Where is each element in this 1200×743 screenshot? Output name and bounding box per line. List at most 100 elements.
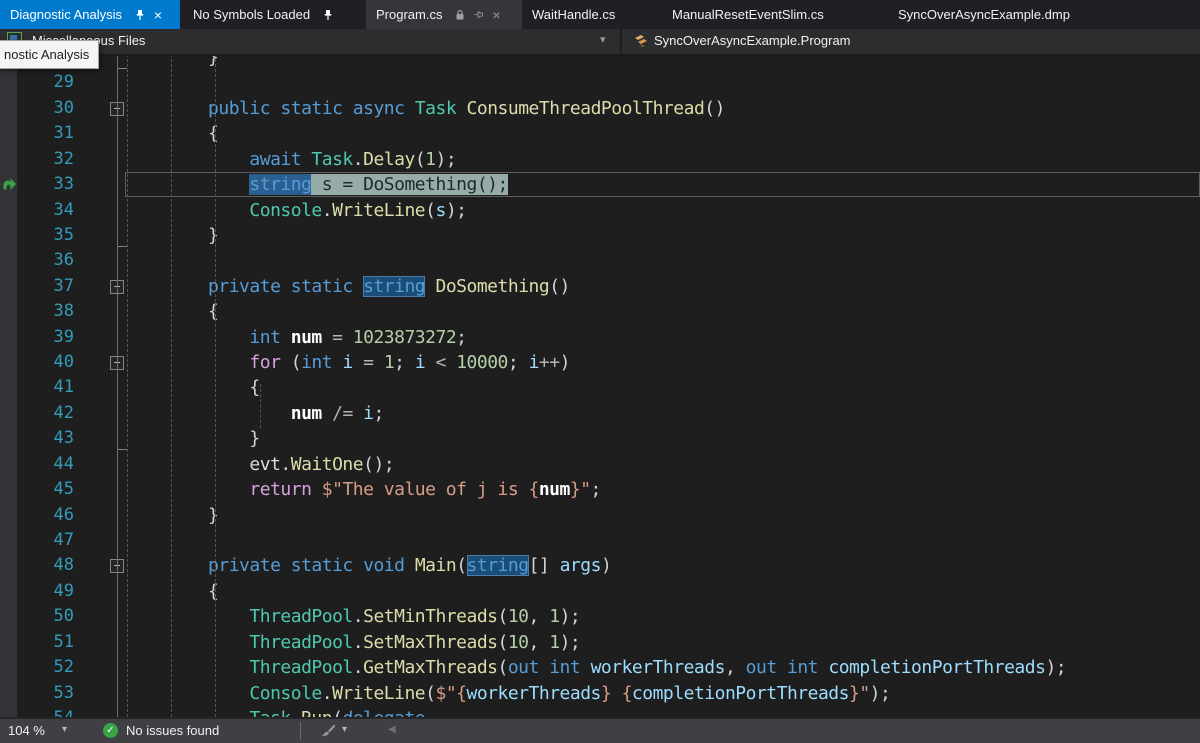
code-line[interactable]: 45 return $"The value of j is {num}";: [0, 477, 1200, 503]
tooltip-text: nostic Analysis: [4, 47, 89, 62]
code-line[interactable]: 47: [0, 528, 1200, 554]
code-line[interactable]: 41 {: [0, 375, 1200, 401]
class-icon: [632, 33, 649, 49]
code-line[interactable]: 46 }: [0, 503, 1200, 529]
member-dropdown-value: SyncOverAsyncExample.Program: [654, 33, 851, 48]
code-line[interactable]: 35 }: [0, 223, 1200, 249]
code-text: string s = DoSomething();: [84, 172, 508, 197]
code-text: private static void Main(string[] args): [84, 553, 611, 578]
member-dropdown[interactable]: SyncOverAsyncExample.Program: [622, 29, 1200, 54]
tab-manualreseteventslim-cs[interactable]: ManualResetEventSlim.cs: [662, 0, 868, 29]
line-number: 35: [28, 223, 74, 248]
code-line[interactable]: 39 int num = 1023873272;: [0, 325, 1200, 351]
line-number: 51: [28, 630, 74, 655]
line-number: 45: [28, 477, 74, 502]
tab-label: WaitHandle.cs: [532, 7, 615, 22]
vs-window: 28 }2930− public static async Task Consu…: [0, 0, 1200, 743]
code-line[interactable]: 52 ThreadPool.GetMaxThreads(out int work…: [0, 655, 1200, 681]
code-editor[interactable]: 28 }2930− public static async Task Consu…: [0, 0, 1200, 717]
line-number: 37: [28, 274, 74, 299]
tab-label: Diagnostic Analysis: [10, 7, 122, 22]
code-line[interactable]: 42 num /= i;: [0, 401, 1200, 427]
code-text: num /= i;: [84, 401, 384, 426]
code-line[interactable]: 51 ThreadPool.SetMaxThreads(10, 1);: [0, 630, 1200, 656]
code-line[interactable]: 50 ThreadPool.SetMinThreads(10, 1);: [0, 604, 1200, 630]
check-circle-icon: ✓: [103, 723, 118, 738]
code-line[interactable]: 29: [0, 70, 1200, 96]
pin-icon[interactable]: [132, 7, 148, 23]
tab-label: SyncOverAsyncExample.dmp: [898, 7, 1070, 22]
close-icon[interactable]: ×: [488, 7, 504, 23]
code-line[interactable]: 44 evt.WaitOne();: [0, 452, 1200, 478]
line-number: 50: [28, 604, 74, 629]
chevron-down-icon[interactable]: ▾: [62, 724, 67, 735]
line-number: 44: [28, 452, 74, 477]
line-number: 48: [28, 553, 74, 578]
line-number: 29: [28, 70, 74, 95]
line-number: 41: [28, 375, 74, 400]
code-text: public static async Task ConsumeThreadPo…: [84, 96, 725, 121]
code-text: for (int i = 1; i < 10000; i++): [84, 350, 570, 375]
tab-syncoverasyncexample-dmp[interactable]: SyncOverAsyncExample.dmp: [888, 0, 1102, 29]
document-health-status[interactable]: No issues found: [126, 723, 219, 738]
code-text: {: [84, 121, 218, 146]
code-line[interactable]: 36: [0, 248, 1200, 274]
line-number: 40: [28, 350, 74, 375]
line-number: 52: [28, 655, 74, 680]
pin-icon[interactable]: [320, 7, 336, 23]
code-text: Console.WriteLine(s);: [84, 198, 467, 223]
code-line[interactable]: 34 Console.WriteLine(s);: [0, 198, 1200, 224]
tab-label: Program.cs: [376, 7, 442, 22]
code-text: return $"The value of j is {num}";: [84, 477, 601, 502]
code-text: ThreadPool.GetMaxThreads(out int workerT…: [84, 655, 1066, 680]
line-number: 42: [28, 401, 74, 426]
code-cleanup-brush-icon[interactable]: [318, 723, 336, 739]
line-number: 32: [28, 147, 74, 172]
code-line[interactable]: 53 Console.WriteLine($"{workerThreads} {…: [0, 681, 1200, 707]
code-line[interactable]: 32 await Task.Delay(1);: [0, 147, 1200, 173]
tab-waithandle-cs[interactable]: WaitHandle.cs: [522, 0, 648, 29]
tab-no-symbols-loaded[interactable]: No Symbols Loaded: [183, 0, 355, 29]
code-text: {: [84, 579, 218, 604]
code-text: ThreadPool.SetMinThreads(10, 1);: [84, 604, 580, 629]
code-line[interactable]: 38 {: [0, 299, 1200, 325]
code-line[interactable]: 43 }: [0, 426, 1200, 452]
tab-label: No Symbols Loaded: [193, 7, 310, 22]
line-number: 33: [28, 172, 74, 197]
code-text: await Task.Delay(1);: [84, 147, 456, 172]
line-number: 39: [28, 325, 74, 350]
code-text: }: [84, 503, 218, 528]
line-number: 43: [28, 426, 74, 451]
line-number: 38: [28, 299, 74, 324]
zoom-level-selector[interactable]: 104 %: [8, 723, 45, 738]
code-line[interactable]: 48− private static void Main(string[] ar…: [0, 553, 1200, 579]
code-line[interactable]: 49 {: [0, 579, 1200, 605]
tab-diagnostic-analysis[interactable]: Diagnostic Analysis ×: [0, 0, 180, 29]
line-number: 36: [28, 248, 74, 273]
chevron-down-icon[interactable]: ▾: [600, 33, 606, 46]
line-number: 47: [28, 528, 74, 553]
code-line[interactable]: 31 {: [0, 121, 1200, 147]
code-line[interactable]: 40− for (int i = 1; i < 10000; i++): [0, 350, 1200, 376]
editor-status-bar: 104 % ▾ ✓ No issues found ▾ ◀: [0, 717, 1200, 743]
breakpoint-margin[interactable]: [0, 54, 17, 717]
line-number: 31: [28, 121, 74, 146]
close-icon[interactable]: ×: [150, 7, 166, 23]
code-line[interactable]: 37− private static string DoSomething(): [0, 274, 1200, 300]
indent-guide: [215, 54, 216, 717]
indent-guide: [171, 54, 172, 717]
scroll-left-icon[interactable]: ◀: [388, 724, 396, 735]
code-text: int num = 1023873272;: [84, 325, 467, 350]
tab-program-cs[interactable]: Program.cs ×: [366, 0, 522, 29]
chevron-down-icon[interactable]: ▾: [342, 724, 347, 735]
code-text: }: [84, 223, 218, 248]
line-number: 46: [28, 503, 74, 528]
navigation-bar: Miscellaneous Files ▾ SyncOverAsyncExamp…: [0, 29, 1200, 56]
current-frame-arrow-icon: [1, 176, 17, 191]
divider: [300, 722, 301, 740]
indent-guide: [260, 384, 261, 428]
code-line[interactable]: 33 string s = DoSomething();: [0, 172, 1200, 198]
code-line[interactable]: 30− public static async Task ConsumeThre…: [0, 96, 1200, 122]
tab-label: ManualResetEventSlim.cs: [672, 7, 824, 22]
unpin-icon[interactable]: [470, 7, 486, 23]
